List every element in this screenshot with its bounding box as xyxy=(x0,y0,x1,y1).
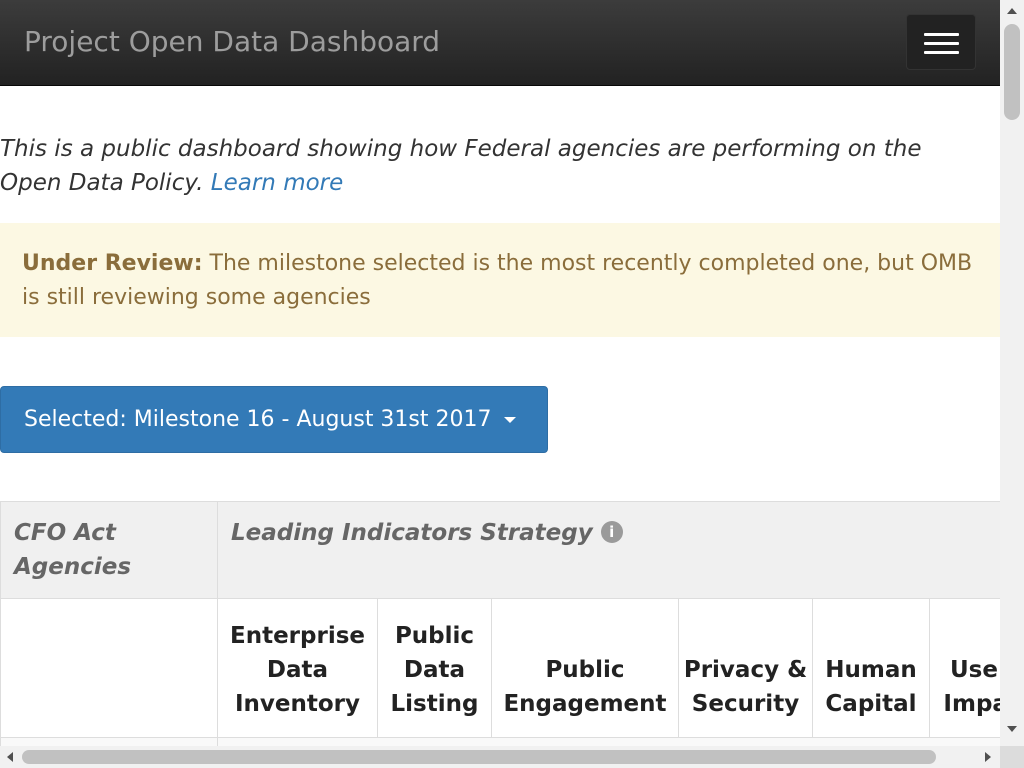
column-label: Public Engagement xyxy=(503,657,667,717)
learn-more-link[interactable]: Learn more xyxy=(211,170,344,196)
column-label: Use & Impact xyxy=(943,657,1000,717)
page-viewport: Project Open Data Dashboard This is a pu… xyxy=(0,0,1000,746)
caret-down-icon xyxy=(503,417,516,423)
header-leading-indicators-label: Leading Indicators Strategy xyxy=(231,520,593,546)
agency-table: CFO Act Agencies Leading Indicators Stra… xyxy=(0,501,1000,746)
table-row xyxy=(0,737,218,746)
column-label: Human Capital xyxy=(825,657,917,717)
column-label: Enterprise Data Inventory xyxy=(229,623,365,717)
header-cfo-act-agencies: CFO Act Agencies xyxy=(0,501,218,599)
column-label: Public Data Listing xyxy=(390,623,479,717)
info-circle-icon[interactable]: i xyxy=(600,521,623,543)
table-row xyxy=(217,737,1000,746)
horizontal-scroll-thumb[interactable] xyxy=(22,750,936,764)
column-privacy-security[interactable]: Privacy & Security xyxy=(678,598,813,738)
milestone-label: Selected: Milestone 16 - August 31st 201… xyxy=(24,407,492,432)
header-blank xyxy=(0,598,218,738)
under-review-alert: Under Review: The milestone selected is … xyxy=(0,223,1000,337)
horizontal-scrollbar[interactable] xyxy=(0,746,1000,768)
navbar: Project Open Data Dashboard xyxy=(0,0,1000,86)
menu-toggle-button[interactable] xyxy=(906,14,976,70)
scroll-left-arrow-icon[interactable] xyxy=(7,752,13,762)
column-enterprise-data-inventory[interactable]: Enterprise Data Inventory xyxy=(217,598,378,738)
vertical-scrollbar[interactable] xyxy=(1000,0,1024,746)
column-human-capital[interactable]: Human Capital xyxy=(812,598,930,738)
scrollbar-corner xyxy=(1000,746,1024,768)
column-public-data-listing[interactable]: Public Data Listing xyxy=(377,598,492,738)
scroll-up-arrow-icon[interactable] xyxy=(1007,8,1017,14)
vertical-scroll-thumb[interactable] xyxy=(1004,24,1020,120)
intro-paragraph: This is a public dashboard showing how F… xyxy=(0,132,990,200)
scroll-right-arrow-icon[interactable] xyxy=(985,752,991,762)
scroll-down-arrow-icon[interactable] xyxy=(1007,726,1017,732)
header-leading-indicators: Leading Indicators Strategy i xyxy=(217,501,1000,599)
brand-title[interactable]: Project Open Data Dashboard xyxy=(24,24,440,60)
column-use-impact[interactable]: Use & Impact xyxy=(929,598,1000,738)
header-cfo-act-agencies-label: CFO Act Agencies xyxy=(14,520,132,580)
column-label: Privacy & Security xyxy=(683,657,808,717)
intro-text: This is a public dashboard showing how F… xyxy=(0,136,922,196)
milestone-select-button[interactable]: Selected: Milestone 16 - August 31st 201… xyxy=(0,386,548,453)
column-public-engagement[interactable]: Public Engagement xyxy=(491,598,679,738)
alert-title: Under Review: xyxy=(22,251,203,276)
